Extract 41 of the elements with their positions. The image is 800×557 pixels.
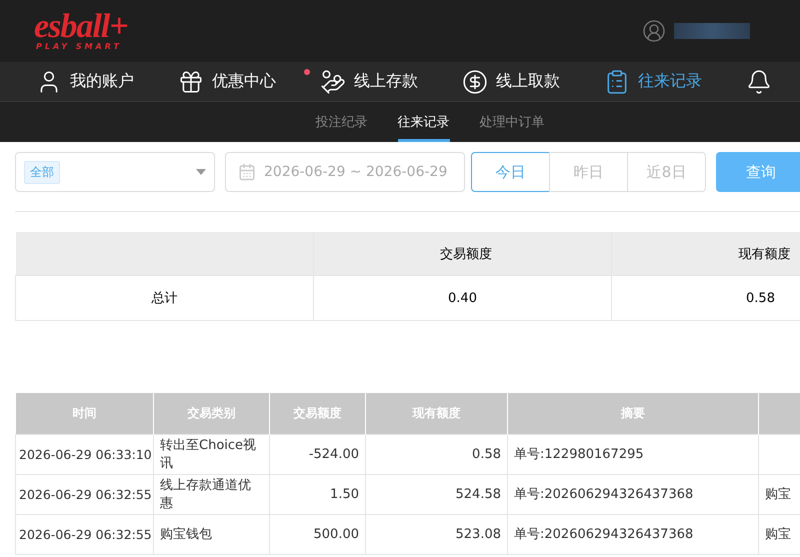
column-header: 交易额度 [314,232,612,276]
nav-item[interactable]: 往来记录 [604,62,746,101]
nav-item[interactable]: 线上存款 [320,62,462,101]
hand-coins-icon [320,68,346,94]
column-header: 现有额度 [612,232,800,276]
sub-tab[interactable]: 往来记录 [398,102,450,142]
table-cell: 523.08 [366,514,508,554]
logo-text: esball+ [34,12,128,42]
sub-tab[interactable]: 处理中订单 [480,102,544,142]
calendar-icon [238,163,256,181]
category-tag: 全部 [24,160,60,184]
table-cell: 2026-06-29 06:32:55 [16,514,154,554]
table-cell: 500.00 [270,514,366,554]
table-cell: 单号:122980167295 [508,434,758,474]
nav-item[interactable]: 优惠中心 [178,62,320,101]
table-cell: -524.00 [270,434,366,474]
category-select[interactable]: 全部 [15,152,215,192]
table-cell: 单号:202606294326437368 [508,514,758,554]
dollar-coin-icon [462,68,488,94]
table-cell: 2026-06-29 06:32:55 [16,474,154,514]
user-icon[interactable] [642,19,666,43]
nav-item[interactable]: 线上取款 [462,62,604,101]
bell-icon [746,68,772,94]
gift-icon [178,68,204,94]
table-cell: 单号:202606294326437368 [508,474,758,514]
table-cell: 转出至Choice视讯 [154,434,270,474]
table-cell: 总计 [16,276,314,320]
nav-item[interactable]: 我的账户 [36,62,178,101]
table-cell: 0.58 [612,276,800,320]
table-cell: 0.40 [314,276,612,320]
date-range-field[interactable]: 2026-06-29 ~ 2026-06-29 [225,152,465,192]
caret-icon [196,169,206,175]
table-cell: 1.50 [270,474,366,514]
range-button[interactable]: 今日 [471,152,550,192]
sub-tab[interactable]: 投注纪录 [316,102,368,142]
table-cell: 2026-06-29 06:33:10 [16,434,154,474]
tagline: PLAY SMART [36,42,123,50]
table-cell: 0.58 [366,434,508,474]
table-cell: 购宝钱包 [154,514,270,554]
table-cell: 524.58 [366,474,508,514]
table-cell: 线上存款通道优惠 [154,474,270,514]
